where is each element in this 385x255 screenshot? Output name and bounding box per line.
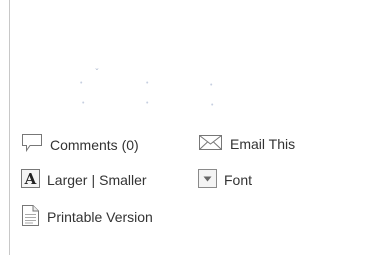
email-link[interactable]: Email This bbox=[198, 133, 295, 154]
font-label[interactable]: Font bbox=[224, 171, 252, 189]
spinner-tick: ⌄ bbox=[94, 65, 100, 72]
letter-a-icon: A bbox=[21, 169, 40, 191]
spinner-tick: • bbox=[211, 102, 214, 109]
spinner-tick: • bbox=[146, 100, 149, 107]
email-label[interactable]: Email This bbox=[230, 135, 295, 153]
font-menu[interactable]: Font bbox=[198, 169, 252, 191]
comments-link[interactable]: Comments (0) bbox=[21, 133, 139, 156]
spinner-tick: • bbox=[82, 100, 85, 107]
text-size-separator: | bbox=[91, 172, 96, 188]
dropdown-arrow-icon bbox=[198, 169, 217, 191]
comments-label[interactable]: Comments (0) bbox=[50, 136, 139, 154]
svg-text:A: A bbox=[24, 170, 37, 188]
spinner-tick: • bbox=[80, 80, 83, 87]
loading-spinner-icon: ⌄ • • • • • • bbox=[60, 60, 250, 120]
spinner-tick: • bbox=[210, 82, 213, 89]
left-divider-line bbox=[9, 0, 10, 255]
text-size-control: A Larger | Smaller bbox=[21, 169, 147, 191]
smaller-link[interactable]: Smaller bbox=[99, 171, 146, 189]
spinner-tick: • bbox=[146, 80, 149, 87]
document-icon bbox=[21, 205, 40, 229]
printable-label[interactable]: Printable Version bbox=[47, 208, 153, 226]
printable-version-link[interactable]: Printable Version bbox=[21, 205, 153, 229]
envelope-icon bbox=[198, 133, 223, 154]
speech-bubble-icon bbox=[21, 133, 43, 156]
larger-link[interactable]: Larger bbox=[47, 171, 87, 189]
